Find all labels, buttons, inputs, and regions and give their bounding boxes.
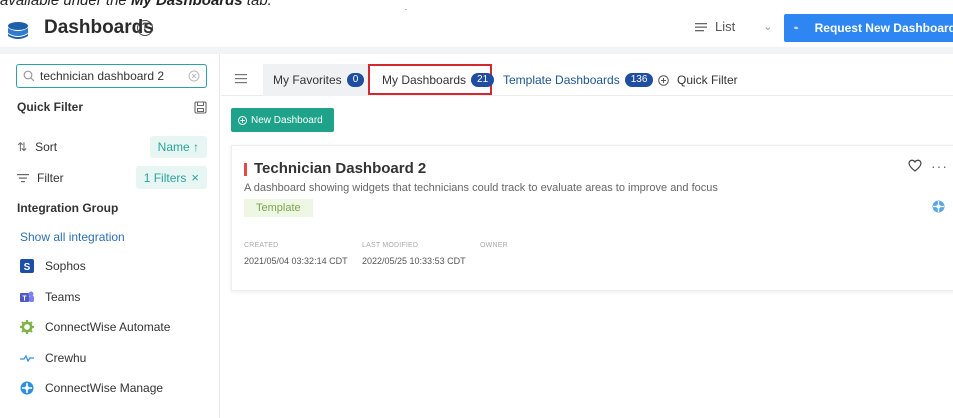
integration-label: Teams (45, 290, 81, 304)
save-icon[interactable] (194, 100, 207, 114)
quick-filter-title: Quick Filter (17, 100, 84, 114)
card-title[interactable]: Technician Dashboard 2 (254, 160, 426, 177)
created-label: CREATED (244, 242, 279, 249)
help-icon[interactable]: ? (137, 20, 153, 36)
created-value: 2021/05/04 03:32:14 CDT (244, 256, 348, 266)
header-divider (0, 47, 953, 54)
filter-row: Filter 1 Filters × (17, 166, 207, 189)
sort-value-button[interactable]: Name ↑ (149, 136, 207, 158)
database-icon (8, 22, 28, 39)
integration-label: Sophos (45, 259, 86, 273)
tab-label: My Dashboards (382, 72, 467, 87)
plus-circle-icon (238, 115, 247, 125)
last-modified-value: 2022/05/25 10:33:53 CDT (362, 256, 466, 266)
integration-label: ConnectWise Automate (45, 320, 171, 334)
card-description: A dashboard showing widgets that technic… (244, 182, 718, 194)
tab-quick-filter[interactable]: Quick Filter (652, 64, 744, 96)
tab-template-dashboards[interactable]: Template Dashboards 136 (491, 64, 663, 96)
new-dashboard-button[interactable]: New Dashboard (231, 108, 334, 132)
filter-icon (17, 173, 29, 182)
card-accent-bar (244, 163, 247, 176)
svg-text:S: S (24, 262, 31, 273)
sort-value: Name ↑ (157, 140, 199, 154)
filter-value: 1 Filters (143, 170, 187, 185)
svg-text:T: T (22, 296, 27, 303)
close-icon[interactable]: × (191, 170, 199, 185)
view-mode-select[interactable]: List ⌄ (695, 19, 772, 34)
show-all-integration-link[interactable]: Show all integration (20, 230, 125, 244)
request-button-label: Request New Dashboard (814, 21, 953, 35)
integration-item-connectwise-manage[interactable]: ConnectWise Manage (20, 379, 163, 397)
request-icon (794, 26, 799, 30)
tab-my-dashboards[interactable]: My Dashboards 21 (368, 64, 495, 95)
integration-item-sophos[interactable]: S Sophos (20, 257, 86, 275)
owner-label: OWNER (480, 242, 508, 249)
new-dashboard-label: New Dashboard (251, 114, 323, 126)
globe-icon[interactable] (932, 200, 945, 213)
sidebar: technician dashboard 2 Quick Filter ⇅ So… (0, 54, 220, 418)
tab-label: Quick Filter (677, 73, 738, 87)
main-panel: My Favorites 0 My Dashboards 21 Template… (221, 54, 953, 418)
clear-search-icon[interactable] (188, 70, 200, 82)
search-value: technician dashboard 2 (40, 69, 165, 83)
count-badge: 136 (624, 73, 654, 87)
sophos-icon: S (20, 259, 34, 273)
tab-my-favorites[interactable]: My Favorites 0 (263, 64, 377, 96)
connectwise-automate-icon (20, 320, 34, 334)
integration-item-crewhu[interactable]: Crewhu (20, 349, 86, 367)
count-badge: 0 (346, 73, 365, 87)
filter-label: Filter (37, 170, 64, 185)
heart-icon[interactable] (908, 159, 922, 172)
request-new-dashboard-button[interactable]: Request New Dashboard (784, 14, 953, 42)
view-mode-label: List (715, 19, 736, 34)
integration-item-connectwise-automate[interactable]: ConnectWise Automate (20, 318, 170, 336)
list-icon (695, 22, 707, 31)
integration-item-teams[interactable]: T Teams (20, 288, 80, 306)
search-icon (23, 70, 35, 82)
sort-label: Sort (35, 140, 58, 154)
chevron-down-icon: ⌄ (763, 21, 773, 33)
last-modified-label: LAST MODIFIED (362, 242, 419, 249)
tab-bar: My Favorites 0 My Dashboards 21 Template… (221, 54, 953, 96)
more-options-icon[interactable]: ··· (931, 158, 948, 174)
instruction-caption: available under the My Dashboards tab. (0, 0, 272, 9)
integration-group-title: Integration Group (17, 201, 119, 215)
teams-icon: T (20, 291, 34, 303)
dashboard-card[interactable]: Technician Dashboard 2 ··· A dashboard s… (231, 145, 953, 291)
filter-value-button[interactable]: 1 Filters × (135, 166, 207, 189)
template-tag: Template (244, 199, 313, 217)
plus-circle-icon (658, 74, 669, 86)
sort-icon: ⇅ (17, 140, 28, 154)
crewhu-icon (20, 354, 34, 363)
quick-filter-header: Quick Filter (17, 100, 207, 114)
integration-label: ConnectWise Manage (45, 381, 164, 395)
connectwise-manage-icon (20, 381, 34, 395)
tab-label: My Favorites (273, 73, 342, 87)
search-input[interactable]: technician dashboard 2 (16, 64, 207, 88)
integration-label: Crewhu (45, 351, 87, 365)
top-bar: Dashboards ? List ⌄ Request New Dashboar… (0, 10, 953, 46)
sort-row: ⇅ Sort Name ↑ (17, 136, 207, 158)
tab-label: Template Dashboards (503, 73, 620, 87)
menu-icon[interactable] (235, 74, 247, 84)
